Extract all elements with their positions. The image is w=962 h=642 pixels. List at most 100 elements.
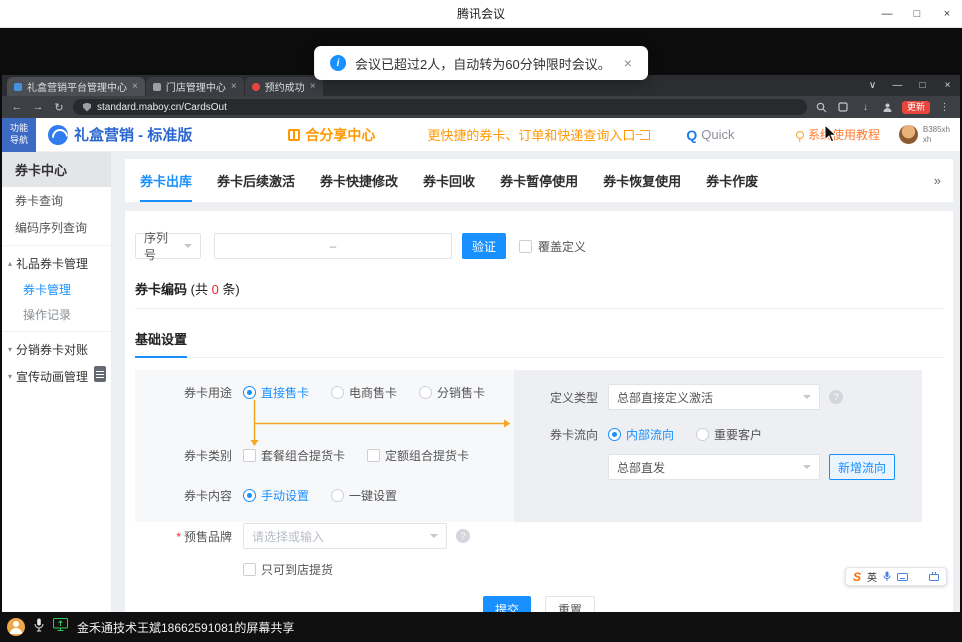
sidebar-group-label: 礼品券卡管理: [16, 255, 88, 272]
maximize-button[interactable]: □: [902, 0, 932, 28]
radio-direct-sale[interactable]: 直接售卡: [243, 384, 309, 401]
quick-entry-label: 更快捷的券卡、订单和快递查询入口: [427, 125, 635, 144]
help-icon[interactable]: ?: [456, 529, 470, 543]
tab-card-void[interactable]: 券卡作废: [706, 159, 758, 202]
profile-icon[interactable]: [880, 100, 895, 115]
sidebar-item-code-serial-query[interactable]: 编码序列查询: [2, 214, 111, 241]
apps-grid-icon[interactable]: [914, 572, 923, 581]
checkbox-combo-pickup-card[interactable]: 套餐组合提货卡: [243, 447, 345, 464]
more-tabs-button[interactable]: »: [934, 173, 941, 188]
browser-tab-gift-platform[interactable]: 礼盒营销平台管理中心 ×: [7, 77, 145, 96]
radio-label: 直接售卡: [261, 384, 309, 401]
checkbox-fixed-combo-pickup-card[interactable]: 定额组合提货卡: [367, 447, 469, 464]
sidebar-item-card-mgmt[interactable]: 券卡管理: [2, 277, 111, 302]
codes-count-prefix: (共: [187, 282, 212, 297]
serial-range-input[interactable]: –: [214, 233, 452, 259]
radio-label: 分销售卡: [437, 384, 485, 401]
tutorial-link[interactable]: 系统使用教程: [796, 126, 880, 143]
radio-icon[interactable]: [419, 386, 432, 399]
override-checkbox-group[interactable]: 覆盖定义: [519, 238, 586, 255]
reload-icon[interactable]: ↻: [52, 101, 66, 114]
browser-tab-booking-ok[interactable]: 预约成功 ×: [245, 77, 323, 96]
ime-toolbar[interactable]: S 英: [845, 567, 947, 586]
screen-share-icon[interactable]: [53, 618, 68, 636]
mic-icon[interactable]: [34, 618, 44, 637]
browser-close-button[interactable]: ×: [935, 80, 960, 91]
checkbox-store-pickup-only[interactable]: 只可到店提货: [243, 561, 333, 578]
radio-icon[interactable]: [243, 489, 256, 502]
radio-manual-setup[interactable]: 手动设置: [243, 487, 309, 504]
keyboard-icon[interactable]: [897, 573, 908, 581]
zoom-icon[interactable]: [814, 100, 829, 115]
tab-close-icon[interactable]: ×: [310, 81, 316, 92]
tab-label: 礼盒营销平台管理中心: [27, 79, 127, 94]
radio-icon[interactable]: [608, 428, 621, 441]
presale-brand-select[interactable]: 请选择或输入: [243, 523, 447, 549]
toast-close-icon[interactable]: ×: [624, 55, 632, 71]
sidebar-group-gift-card-mgmt[interactable]: ▴ 礼品券卡管理: [2, 250, 111, 277]
radio-icon[interactable]: [696, 428, 709, 441]
ime-language-indicator[interactable]: 英: [867, 569, 877, 584]
radio-distribution-sale[interactable]: 分销售卡: [419, 384, 485, 401]
tab-card-quick-edit[interactable]: 券卡快捷修改: [320, 159, 398, 202]
radio-key-customer[interactable]: 重要客户: [696, 426, 762, 443]
radio-internal-flow[interactable]: 内部流向: [608, 426, 674, 443]
tab-card-pause[interactable]: 券卡暂停使用: [500, 159, 578, 202]
user-menu[interactable]: B385xh xh: [899, 125, 950, 145]
help-icon[interactable]: ?: [829, 390, 843, 404]
browser-minimize-button[interactable]: —: [885, 80, 910, 91]
quick-entry-link[interactable]: 更快捷的券卡、订单和快递查询入口: [427, 125, 650, 144]
toolbox-icon[interactable]: [929, 572, 939, 581]
sidebar-group-distribution-recon[interactable]: ▾ 分销券卡对账: [2, 336, 111, 363]
browser-update-button[interactable]: 更新: [902, 101, 930, 114]
tab-card-restore[interactable]: 券卡恢复使用: [603, 159, 681, 202]
back-icon[interactable]: ←: [10, 101, 24, 113]
tab-card-issue[interactable]: 券卡出库: [140, 159, 192, 202]
chevron-down-icon: [803, 395, 811, 403]
tab-card-recycle[interactable]: 券卡回收: [423, 159, 475, 202]
quick-search[interactable]: Q Quick: [686, 127, 734, 143]
checkbox[interactable]: [243, 563, 256, 576]
browser-tab-store-center[interactable]: 门店管理中心 ×: [146, 77, 244, 96]
tab-label: 预约成功: [265, 79, 305, 94]
avatar: [899, 125, 918, 144]
radio-icon[interactable]: [331, 386, 344, 399]
radio-ecommerce-sale[interactable]: 电商售卡: [331, 384, 397, 401]
browser-maximize-button[interactable]: □: [910, 80, 935, 91]
sidebar-item-card-query[interactable]: 券卡查询: [2, 187, 111, 214]
checkbox[interactable]: [243, 449, 256, 462]
radio-label: 内部流向: [626, 426, 674, 443]
flow-select-value: 总部直发: [617, 459, 665, 476]
checkbox-label: 套餐组合提货卡: [261, 447, 345, 464]
radio-icon[interactable]: [331, 489, 344, 502]
sidebar-item-operation-log[interactable]: 操作记录: [2, 302, 111, 327]
checkbox[interactable]: [519, 240, 532, 253]
tab-close-icon[interactable]: ×: [231, 81, 237, 92]
checkbox[interactable]: [367, 449, 380, 462]
close-button[interactable]: ×: [932, 0, 962, 28]
definition-type-select[interactable]: 总部直接定义激活: [608, 384, 820, 410]
flow-select[interactable]: 总部直发: [608, 454, 820, 480]
kebab-menu-icon[interactable]: ⋮: [937, 100, 952, 115]
function-nav-button[interactable]: 功能 导航: [2, 118, 36, 152]
serial-select[interactable]: 序列号: [135, 233, 201, 259]
address-bar[interactable]: standard.maboy.cn/CardsOut: [73, 99, 807, 115]
radio-icon[interactable]: [243, 386, 256, 399]
mic-icon[interactable]: [883, 571, 891, 582]
submit-button[interactable]: 提交: [483, 596, 531, 612]
sidebar-collapse-handle[interactable]: [94, 366, 106, 382]
extension-icon[interactable]: [836, 100, 851, 115]
verify-button[interactable]: 验证: [462, 233, 506, 259]
radio-one-click-setup[interactable]: 一键设置: [331, 487, 397, 504]
download-icon[interactable]: ↓: [858, 100, 873, 115]
tab-search-icon[interactable]: ∨: [860, 80, 885, 91]
tab-close-icon[interactable]: ×: [132, 81, 138, 92]
module-tabs: 券卡出库 券卡后续激活 券卡快捷修改 券卡回收 券卡暂停使用 券卡恢复使用 券卡…: [125, 159, 953, 202]
tab-card-activate[interactable]: 券卡后续激活: [217, 159, 295, 202]
reset-button[interactable]: 重置: [545, 596, 595, 612]
minimize-button[interactable]: —: [872, 0, 902, 28]
forward-icon[interactable]: →: [31, 101, 45, 113]
add-flow-button[interactable]: 新增流向: [829, 454, 895, 480]
card-usage-label: 券卡用途: [135, 384, 232, 401]
share-center-link[interactable]: 合分享中心: [288, 125, 375, 145]
